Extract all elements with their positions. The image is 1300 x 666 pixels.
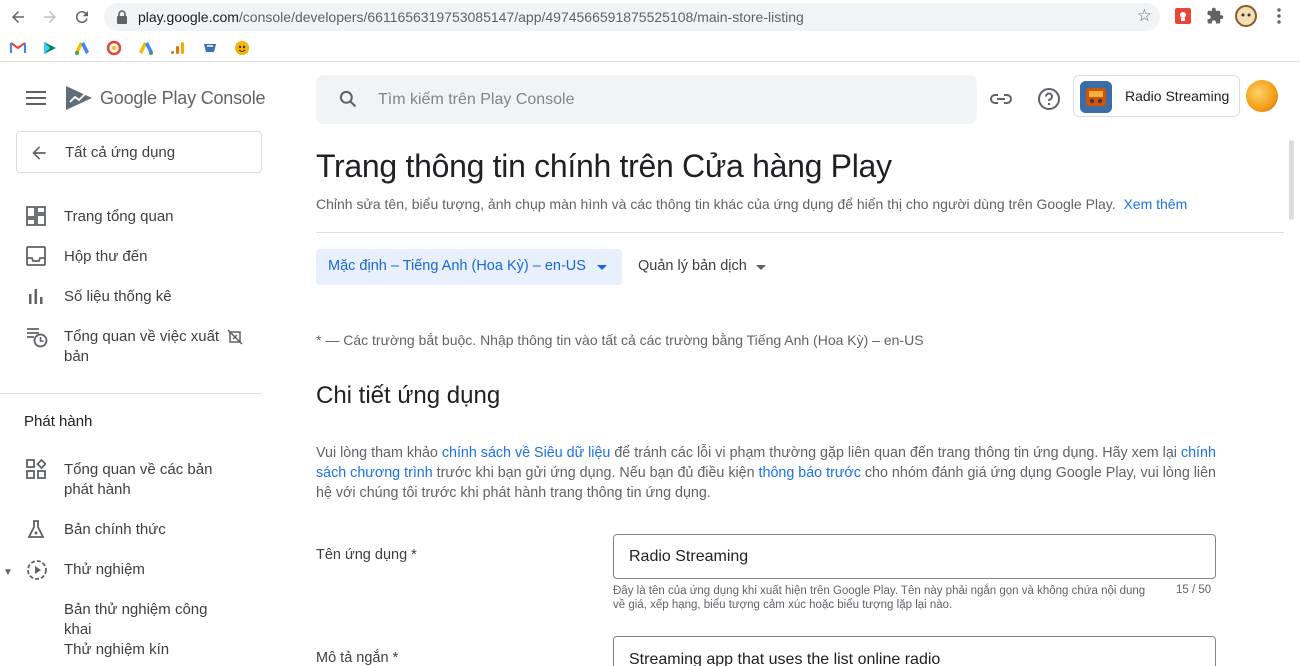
app-name-value: Radio Streaming [629,548,749,565]
app-name-helper: Đây là tên của ứng dụng khi xuất hiện tr… [613,585,1146,611]
sidebar-item-statistics[interactable]: Số liệu thống kê [0,286,270,310]
sidebar-item-open-testing[interactable]: Bản thử nghiệm công khai [0,599,270,638]
link-icon[interactable] [988,86,1014,112]
manage-translations-button[interactable]: Quản lý bản dịch [630,249,780,285]
manage-translations-label: Quản lý bản dịch [638,258,747,274]
google-ads-icon[interactable] [74,40,90,56]
adblock-extension-icon[interactable] [1172,5,1194,27]
search-input[interactable]: Tìm kiếm trên Play Console [378,91,575,109]
play-console-icon[interactable] [42,40,58,56]
address-bar[interactable]: play.google.com/console/developers/66116… [104,3,1160,31]
profile-avatar-icon[interactable] [1235,5,1257,27]
play-console-logo-icon [66,86,92,110]
reload-icon[interactable] [70,5,94,29]
app-icon [1080,81,1112,113]
sidebar-divider [0,393,262,394]
back-icon[interactable] [6,5,30,29]
sidebar-item-inbox[interactable]: Hộp thư đến [0,246,270,270]
analytics-icon[interactable] [170,40,186,56]
all-apps-label: Tất cả ứng dụng [65,144,176,161]
managed-publishing-off-icon [227,329,243,345]
dropdown-arrow-icon [756,265,766,270]
language-label: Mặc định – Tiếng Anh (Hoa Kỳ) – en-US [328,258,586,274]
all-apps-button[interactable]: Tất cả ứng dụng [16,131,262,173]
advance-notice-link[interactable]: thông báo trước [759,465,861,481]
sidebar-item-releases-overview[interactable]: Tổng quan về các bản phát hành [0,459,270,503]
language-dropdown[interactable]: Mặc định – Tiếng Anh (Hoa Kỳ) – en-US [316,249,622,285]
bookmark-7-icon[interactable] [202,40,218,56]
menu-icon[interactable] [26,91,46,105]
inbox-icon [26,246,46,266]
policy-paragraph: Vui lòng tham khảo chính sách về Siêu dữ… [316,445,1216,501]
url-text: play.google.com/console/developers/66116… [138,9,804,25]
section-title: Chi tiết ứng dụng [316,382,501,409]
publishing-overview-icon [27,328,48,348]
short-description-field[interactable]: Streaming app that uses the list online … [613,636,1216,666]
required-fields-note: * — Các trường bắt buộc. Nhập thông tin … [316,332,924,348]
sidebar: Google Play Console Tất cả ứng dụng Tran… [0,67,280,666]
bookmark-star-icon[interactable]: ☆ [1137,6,1152,26]
app-name-label: Tên ứng dụng * [316,547,417,563]
testing-icon [27,560,47,580]
dashboard-icon [26,206,46,226]
metadata-policy-link[interactable]: chính sách về Siêu dữ liệu [442,445,611,461]
sidebar-item-testing[interactable]: Thử nghiệm [0,559,270,583]
more-vert-icon[interactable] [1268,5,1290,27]
learn-more-link[interactable]: Xem thêm [1123,196,1187,212]
page-title: Trang thông tin chính trên Cửa hàng Play [316,148,892,184]
sidebar-item-production[interactable]: Bản chính thức [0,519,270,543]
short-description-label: Mô tả ngắn * [316,650,399,666]
header-divider [316,232,1284,233]
play-console-logo-text: Google Play Console [100,88,266,108]
sidebar-item-dashboard[interactable]: Trang tổng quan [0,206,270,230]
sidebar-item-closed-testing[interactable]: Thử nghiệm kín [0,639,270,663]
gmail-icon[interactable] [10,40,26,56]
scrollbar[interactable] [1289,140,1294,220]
forward-icon[interactable] [38,5,62,29]
app-name-field[interactable]: Radio Streaming [613,534,1216,579]
statistics-icon [29,289,43,304]
lock-icon [117,10,127,24]
quora-icon[interactable] [106,40,122,56]
sidebar-item-publishing-overview[interactable]: Tổng quan về việc xuất bản [0,326,270,370]
page-subtitle: Chỉnh sửa tên, biểu tượng, ảnh chụp màn … [316,196,1188,212]
release-section-title: Phát hành [24,413,93,430]
app-name-counter: 15 / 50 [1176,584,1212,596]
arrow-back-icon [29,143,49,168]
browser-toolbar: play.google.com/console/developers/66116… [0,0,1300,34]
search-icon [339,90,357,108]
google-ads-2-icon[interactable] [138,40,154,56]
bookmarks-bar [0,34,1300,62]
app-switcher[interactable]: Radio Streaming [1073,75,1240,117]
account-avatar[interactable] [1246,80,1278,112]
short-description-value: Streaming app that uses the list online … [629,651,941,666]
releases-overview-icon [26,459,46,479]
search-bar[interactable]: Tìm kiếm trên Play Console [316,75,977,124]
production-icon [27,520,45,538]
dropdown-arrow-icon [597,265,607,270]
bookmark-8-icon[interactable] [234,40,250,56]
app-name: Radio Streaming [1125,88,1230,104]
puzzle-extensions-icon[interactable] [1204,5,1226,27]
help-icon[interactable] [1036,86,1062,112]
